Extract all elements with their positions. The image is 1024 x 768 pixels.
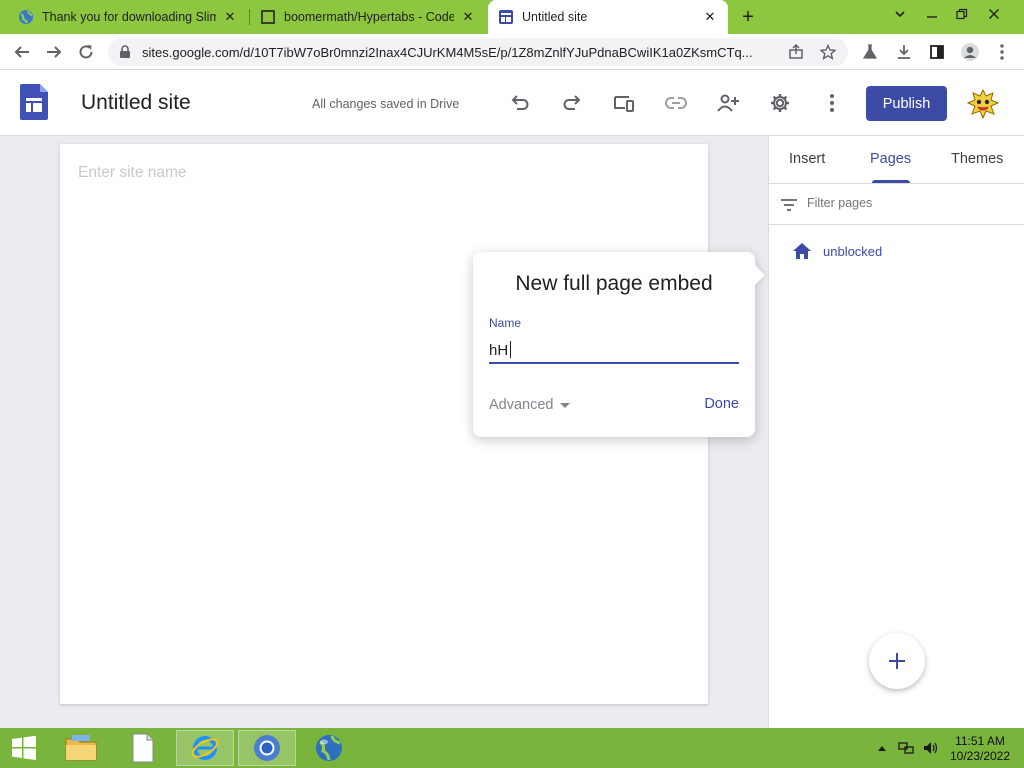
share-icon[interactable] bbox=[786, 42, 806, 62]
browser-toolbar: sites.google.com/d/10T7ibW7oBr0mnzi2Inax… bbox=[0, 34, 1024, 70]
download-icon[interactable] bbox=[892, 40, 916, 64]
tab-title: Thank you for downloading Slim bbox=[42, 10, 216, 24]
address-bar[interactable]: sites.google.com/d/10T7ibW7oBr0mnzi2Inax… bbox=[108, 38, 848, 66]
name-field-label: Name bbox=[489, 316, 522, 330]
file-button[interactable] bbox=[114, 730, 172, 766]
tab-pages[interactable]: Pages bbox=[870, 151, 911, 167]
site-name-input[interactable]: Enter site name bbox=[78, 164, 187, 182]
window-close-icon[interactable] bbox=[980, 3, 1008, 25]
globe-icon bbox=[316, 735, 342, 761]
save-status: All changes saved in Drive bbox=[312, 97, 460, 111]
close-icon[interactable]: ✕ bbox=[460, 9, 476, 25]
right-panel: Insert Pages Themes unblocked bbox=[768, 136, 1024, 728]
chrome-button[interactable] bbox=[238, 730, 296, 766]
folder-icon bbox=[65, 735, 97, 761]
redo-icon[interactable] bbox=[560, 91, 584, 115]
tab-insert[interactable]: Insert bbox=[789, 151, 825, 167]
tab-title: Untitled site bbox=[522, 10, 588, 24]
filter-pages-row bbox=[769, 184, 1024, 225]
page-label: unblocked bbox=[823, 243, 883, 259]
show-hidden-icons-icon[interactable] bbox=[874, 740, 890, 756]
advanced-dropdown[interactable]: Advanced bbox=[489, 397, 570, 413]
url-text: sites.google.com/d/10T7ibW7oBr0mnzi2Inax… bbox=[142, 45, 753, 60]
browser-globe-button[interactable] bbox=[300, 730, 358, 766]
preview-devices-icon[interactable] bbox=[612, 91, 636, 115]
browser-tab-slim[interactable]: Thank you for downloading Slim ✕ bbox=[8, 0, 248, 34]
caret-down-icon bbox=[559, 402, 570, 408]
tab-themes[interactable]: Themes bbox=[951, 151, 1003, 167]
bookmark-star-icon[interactable] bbox=[818, 42, 838, 62]
document-icon bbox=[132, 733, 154, 763]
browser-tab-codesandbox[interactable]: boomermath/Hypertabs - CodeS ✕ bbox=[250, 0, 486, 34]
tab-search-icon[interactable] bbox=[886, 3, 914, 25]
system-clock[interactable]: 11:51 AM 10/23/2022 bbox=[944, 734, 1016, 764]
code-icon bbox=[260, 9, 276, 25]
site-title[interactable]: Untitled site bbox=[81, 91, 191, 115]
internet-explorer-icon bbox=[191, 736, 219, 760]
minimize-icon[interactable] bbox=[918, 3, 946, 25]
undo-icon[interactable] bbox=[508, 91, 532, 115]
name-field[interactable] bbox=[489, 338, 739, 364]
filter-pages-input[interactable] bbox=[807, 196, 1007, 210]
share-with-others-icon[interactable] bbox=[716, 91, 740, 115]
google-sites-logo-icon[interactable] bbox=[20, 84, 48, 120]
browser-tab-strip: Thank you for downloading Slim ✕ boomerm… bbox=[0, 0, 1024, 34]
advanced-label: Advanced bbox=[489, 397, 554, 413]
add-page-button[interactable] bbox=[869, 633, 925, 689]
internet-explorer-button[interactable] bbox=[176, 730, 234, 766]
reload-icon[interactable] bbox=[74, 40, 98, 64]
copy-link-icon[interactable] bbox=[664, 91, 688, 115]
new-tab-button[interactable]: + bbox=[737, 6, 759, 28]
labs-flask-icon[interactable] bbox=[858, 40, 882, 64]
plus-icon bbox=[889, 653, 905, 669]
volume-icon[interactable] bbox=[922, 740, 938, 756]
browser-tab-untitled-site[interactable]: Untitled site ✕ bbox=[488, 0, 728, 34]
globe-icon bbox=[18, 9, 34, 25]
profile-icon[interactable] bbox=[958, 40, 982, 64]
new-page-embed-dialog: New full page embed Name Advanced Done bbox=[473, 252, 765, 437]
sites-header: Untitled site All changes saved in Drive… bbox=[0, 70, 1024, 136]
lock-icon bbox=[120, 45, 130, 58]
file-explorer-button[interactable] bbox=[52, 730, 110, 766]
windows-taskbar: 11:51 AM 10/23/2022 bbox=[0, 728, 1024, 768]
page-list-item[interactable]: unblocked bbox=[791, 240, 882, 262]
restore-icon[interactable] bbox=[948, 3, 976, 25]
more-options-icon[interactable] bbox=[820, 91, 844, 115]
clock-date: 10/23/2022 bbox=[949, 749, 1011, 763]
home-icon bbox=[793, 243, 811, 259]
done-button[interactable]: Done bbox=[704, 396, 739, 412]
sites-icon bbox=[498, 9, 514, 25]
close-icon[interactable]: ✕ bbox=[222, 9, 238, 25]
publish-button[interactable]: Publish bbox=[866, 86, 947, 121]
start-button[interactable] bbox=[0, 730, 48, 766]
side-panel-icon[interactable] bbox=[925, 40, 949, 64]
network-icon[interactable] bbox=[898, 740, 914, 756]
forward-icon[interactable] bbox=[42, 40, 66, 64]
dialog-title: New full page embed bbox=[515, 272, 713, 295]
filter-icon bbox=[781, 199, 797, 211]
close-icon[interactable]: ✕ bbox=[702, 9, 718, 25]
settings-gear-icon[interactable] bbox=[768, 91, 792, 115]
back-icon[interactable] bbox=[10, 40, 34, 64]
chrome-menu-icon[interactable] bbox=[990, 40, 1014, 64]
avatar[interactable] bbox=[966, 87, 1000, 121]
chrome-icon bbox=[254, 735, 280, 761]
clock-time: 11:51 AM bbox=[955, 734, 1005, 748]
text-cursor bbox=[510, 341, 511, 358]
tab-title: boomermath/Hypertabs - CodeS bbox=[284, 10, 454, 24]
windows-logo-icon bbox=[12, 735, 36, 760]
